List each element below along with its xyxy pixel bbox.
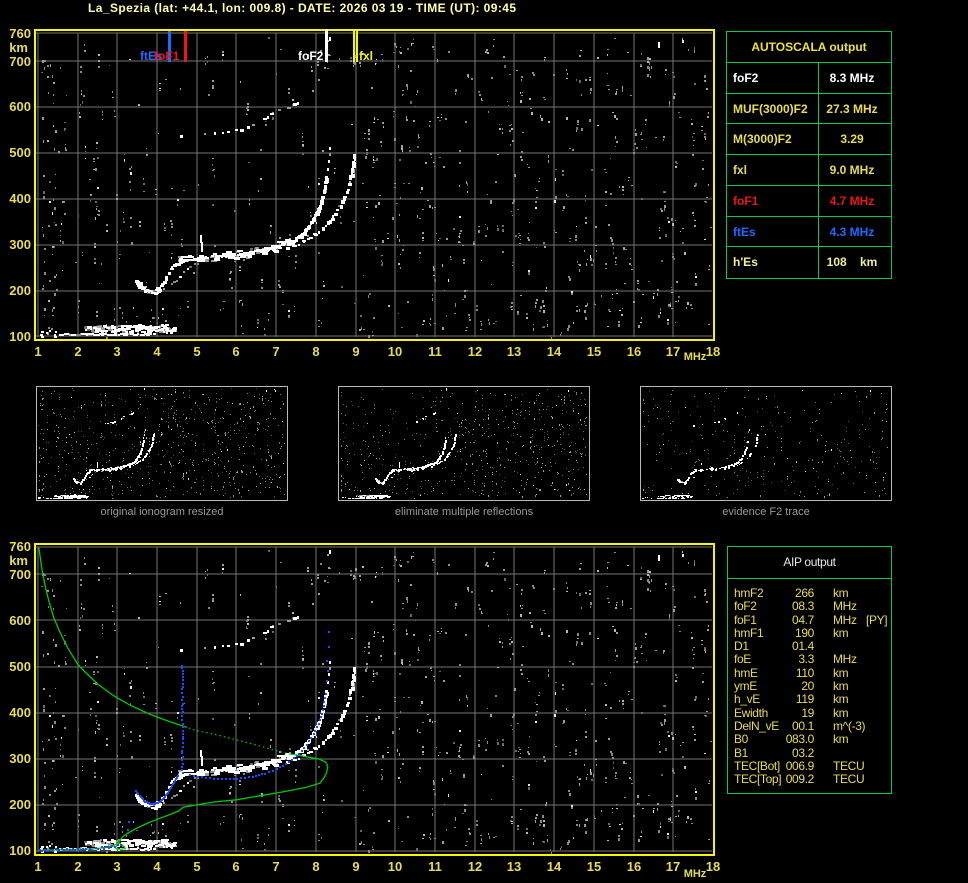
svg-text:MHz: MHz (684, 868, 707, 880)
svg-text:400: 400 (9, 191, 31, 206)
svg-text:300: 300 (9, 237, 31, 252)
svg-text:13: 13 (507, 859, 521, 874)
svg-text:10: 10 (388, 344, 402, 359)
svg-text:18: 18 (706, 344, 720, 359)
svg-text:11: 11 (428, 859, 442, 874)
svg-text:700: 700 (9, 54, 31, 69)
svg-text:12: 12 (468, 344, 482, 359)
svg-text:600: 600 (9, 613, 31, 628)
svg-text:13: 13 (507, 344, 521, 359)
svg-text:500: 500 (9, 145, 31, 160)
svg-text:11: 11 (428, 344, 442, 359)
svg-text:8: 8 (312, 859, 319, 874)
svg-text:12: 12 (468, 859, 482, 874)
svg-text:fxl: fxl (359, 49, 373, 63)
svg-text:km: km (9, 553, 28, 568)
svg-text:9: 9 (352, 859, 359, 874)
svg-text:MHz: MHz (684, 351, 707, 363)
svg-text:5: 5 (193, 859, 200, 874)
svg-text:4: 4 (153, 344, 161, 359)
svg-text:1: 1 (34, 344, 41, 359)
svg-text:7: 7 (272, 859, 279, 874)
svg-text:14: 14 (547, 859, 562, 874)
svg-text:2: 2 (74, 344, 81, 359)
svg-text:500: 500 (9, 659, 31, 674)
svg-text:200: 200 (9, 797, 31, 812)
svg-text:10: 10 (388, 859, 402, 874)
svg-text:9: 9 (352, 344, 359, 359)
svg-text:1: 1 (34, 859, 41, 874)
svg-text:4: 4 (153, 859, 161, 874)
svg-text:7: 7 (272, 344, 279, 359)
svg-text:200: 200 (9, 283, 31, 298)
svg-text:16: 16 (627, 859, 641, 874)
svg-text:3: 3 (113, 859, 120, 874)
svg-text:700: 700 (9, 567, 31, 582)
svg-text:100: 100 (9, 843, 31, 858)
svg-text:18: 18 (706, 859, 720, 874)
svg-text:400: 400 (9, 705, 31, 720)
svg-text:16: 16 (627, 344, 641, 359)
svg-text:2: 2 (74, 859, 81, 874)
svg-text:3: 3 (113, 344, 120, 359)
svg-text:foF1: foF1 (154, 49, 180, 63)
svg-text:15: 15 (587, 859, 601, 874)
svg-text:km: km (9, 40, 28, 55)
svg-text:17: 17 (666, 859, 680, 874)
svg-text:foF2: foF2 (298, 49, 324, 63)
svg-text:760: 760 (9, 539, 31, 554)
svg-text:6: 6 (232, 859, 239, 874)
svg-text:8: 8 (312, 344, 319, 359)
svg-text:15: 15 (587, 344, 601, 359)
svg-text:760: 760 (9, 26, 31, 41)
svg-text:17: 17 (666, 344, 680, 359)
svg-text:100: 100 (9, 329, 31, 344)
svg-text:14: 14 (547, 344, 562, 359)
svg-text:300: 300 (9, 751, 31, 766)
svg-text:5: 5 (193, 344, 200, 359)
svg-text:600: 600 (9, 99, 31, 114)
svg-text:6: 6 (232, 344, 239, 359)
